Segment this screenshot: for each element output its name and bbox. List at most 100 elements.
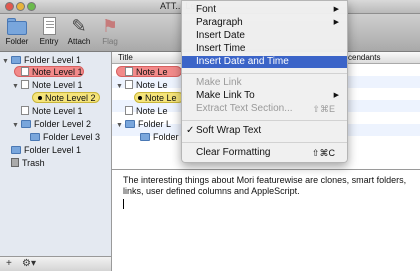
sidebar-item-label: Trash	[22, 158, 45, 168]
note-icon	[21, 80, 29, 89]
menu-item-label: Extract Text Section...	[196, 103, 293, 114]
folder-icon	[140, 133, 150, 141]
menu-item-label: Clear Formatting	[196, 147, 271, 158]
sidebar-item-note-level-1[interactable]: Note Level 1	[12, 66, 83, 78]
note-icon	[21, 67, 29, 76]
menu-item-make-link-to[interactable]: Make Link To ▶	[182, 90, 347, 102]
close-window-button[interactable]	[5, 2, 14, 11]
submenu-arrow-icon: ▶	[333, 6, 339, 13]
column-descendants[interactable]: scendants	[344, 53, 380, 62]
menu-item-insert-date-and-time[interactable]: Insert Date and Time	[182, 56, 347, 68]
sidebar-item-note-level-1[interactable]: ▼ Note Level 1	[12, 79, 83, 91]
menu-shortcut: ⇧⌘C	[311, 148, 335, 158]
sidebar-item-note-level-1[interactable]: Note Level 1	[12, 105, 83, 117]
menu-item-label: Make Link	[196, 77, 242, 88]
disclosure-open-icon[interactable]: ▼	[116, 81, 125, 93]
outline-row[interactable]: ▼ Folder L	[116, 118, 171, 130]
menu-item-label: Insert Time	[196, 43, 246, 54]
folder-icon	[125, 120, 135, 128]
outline-row-label: Note Le	[136, 80, 168, 90]
attach-button[interactable]: ✎ Attach	[64, 16, 94, 46]
menu-item-paragraph[interactable]: Paragraph ▶	[182, 17, 347, 29]
action-menu-button[interactable]: ⚙▾	[22, 258, 36, 269]
menu-separator	[182, 142, 347, 143]
trash-icon	[11, 158, 19, 167]
bullet-icon	[138, 96, 142, 100]
disclosure-open-icon[interactable]: ▼	[116, 120, 125, 132]
new-entry-button[interactable]: Entry	[34, 16, 64, 46]
submenu-arrow-icon: ▶	[333, 19, 339, 26]
submenu-arrow-icon: ▶	[333, 92, 339, 99]
outline-row[interactable]: Note Le	[116, 66, 168, 78]
sidebar-item-label: Folder Level 3	[43, 132, 101, 142]
outline-row[interactable]: Note Le	[138, 92, 177, 104]
disclosure-open-icon[interactable]: ▼	[2, 56, 11, 68]
sidebar-item-label: Folder Level 1	[24, 145, 82, 155]
flag-icon: ⚑	[101, 16, 119, 36]
new-folder-label: Folder	[5, 37, 29, 46]
note-icon	[21, 106, 29, 115]
sidebar-item-label: Folder Level 1	[24, 55, 82, 65]
menu-item-label: Paragraph	[196, 17, 243, 28]
sidebar-item-trash[interactable]: Trash	[2, 157, 45, 169]
text-caret	[123, 199, 124, 209]
sidebar-item-folder-level-1[interactable]: Folder Level 1	[2, 144, 81, 156]
outline-row[interactable]: Note Le	[116, 105, 168, 117]
menu-item-label: Insert Date and Time	[196, 56, 289, 67]
menu-item-label: Font	[196, 4, 217, 15]
paperclip-icon: ✎	[71, 16, 87, 36]
sidebar-item-label: Note Level 1	[32, 106, 83, 116]
disclosure-open-icon[interactable]: ▼	[12, 81, 21, 93]
note-icon	[125, 67, 133, 76]
minimize-window-button[interactable]	[16, 2, 25, 11]
note-editor[interactable]: The interesting things about Mori featur…	[113, 171, 420, 271]
menu-item-soft-wrap-text[interactable]: ✓ Soft Wrap Text	[182, 125, 347, 137]
menu-item-extract-text-section[interactable]: Extract Text Section... ⇧⌘E	[182, 103, 347, 115]
outline-row-label: Folder	[153, 132, 179, 142]
sidebar-item-label: Folder Level 2	[34, 119, 92, 129]
outline-row-label: Note Le	[136, 67, 168, 77]
menu-shortcut: ⇧⌘E	[312, 104, 335, 114]
outline-row-label: Note Le	[136, 106, 168, 116]
sidebar-item-folder-level-3[interactable]: Folder Level 3	[30, 131, 100, 143]
sidebar-item-note-level-2[interactable]: Note Level 2	[38, 92, 96, 104]
entry-icon	[37, 16, 61, 36]
add-button[interactable]: +	[6, 258, 12, 269]
flag-button[interactable]: ⚑ Flag	[95, 16, 125, 46]
folder-icon	[11, 56, 21, 64]
menu-separator	[182, 120, 347, 121]
sidebar: ▼ Folder Level 1 Note Level 1 ▼ Note Level…	[0, 52, 112, 256]
outline-row[interactable]: Folder	[140, 131, 179, 143]
column-title[interactable]: Title	[118, 53, 133, 62]
disclosure-open-icon[interactable]: ▼	[12, 120, 21, 132]
note-icon	[125, 106, 133, 115]
folder-icon	[5, 16, 29, 36]
new-folder-button[interactable]: Folder	[2, 16, 32, 46]
sidebar-item-label: Note Level 1	[32, 67, 83, 77]
menu-item-label: Insert Date	[196, 30, 245, 41]
context-menu: Font ▶ Paragraph ▶ Insert Date Insert Ti…	[181, 0, 348, 163]
menu-item-insert-time[interactable]: Insert Time	[182, 43, 347, 55]
menu-item-insert-date[interactable]: Insert Date	[182, 30, 347, 42]
note-icon	[125, 80, 133, 89]
menu-item-font[interactable]: Font ▶	[182, 4, 347, 16]
sidebar-item-folder-level-1[interactable]: ▼ Folder Level 1	[2, 54, 81, 66]
folder-icon	[30, 133, 40, 141]
bullet-icon	[38, 96, 42, 100]
folder-icon	[11, 146, 21, 154]
sidebar-item-folder-level-2[interactable]: ▼ Folder Level 2	[12, 118, 91, 130]
outline-row[interactable]: ▼ Note Le	[116, 79, 168, 91]
folder-icon	[21, 120, 31, 128]
window-controls	[5, 2, 38, 13]
zoom-window-button[interactable]	[27, 2, 36, 11]
attach-label: Attach	[67, 37, 91, 46]
menu-separator	[182, 73, 347, 74]
new-entry-label: Entry	[39, 37, 59, 46]
menu-item-make-link[interactable]: Make Link	[182, 77, 347, 89]
checkmark-icon: ✓	[186, 125, 195, 136]
editor-text[interactable]: The interesting things about Mori featur…	[123, 175, 413, 197]
outline-row-label: Folder L	[138, 119, 172, 129]
menu-item-clear-formatting[interactable]: Clear Formatting ⇧⌘C	[182, 147, 347, 159]
menu-item-label: Soft Wrap Text	[196, 125, 262, 136]
sidebar-item-label: Note Level 1	[32, 80, 83, 90]
